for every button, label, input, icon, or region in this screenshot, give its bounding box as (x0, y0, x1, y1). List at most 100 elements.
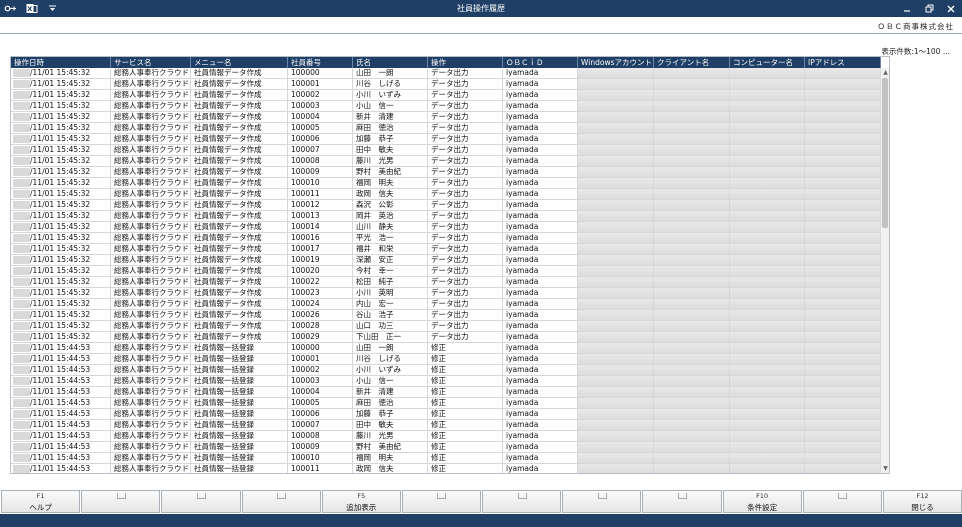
table-row[interactable]: /11/01 15:45:32 総務人事奉行クラウド 社員情報データ作成 100014… (11, 222, 881, 233)
table-row[interactable]: /11/01 15:45:32 総務人事奉行クラウド 社員情報データ作成 100010… (11, 178, 881, 189)
table-row[interactable]: /11/01 15:45:32 総務人事奉行クラウド 社員情報データ作成 100022… (11, 277, 881, 288)
table-row[interactable]: /11/01 15:45:32 総務人事奉行クラウド 社員情報データ作成 100026… (11, 310, 881, 321)
table-row[interactable]: /11/01 15:44:53 総務人事奉行クラウド 社員情報一括登録 100003 小… (11, 376, 881, 387)
column-header[interactable]: Windowsアカウント (578, 57, 654, 68)
table-row[interactable]: /11/01 15:45:32 総務人事奉行クラウド 社員情報データ作成 100019… (11, 255, 881, 266)
table-row[interactable]: /11/01 15:45:32 総務人事奉行クラウド 社員情報データ作成 100003… (11, 101, 881, 112)
table-cell: 社員情報一括登録 (191, 376, 288, 386)
table-cell: 100002 (288, 90, 353, 100)
fkey-code: F1 (36, 492, 45, 500)
redacted-cell (805, 431, 881, 441)
fkey-empty-button[interactable] (562, 490, 642, 513)
table-row[interactable]: /11/01 15:45:32 総務人事奉行クラウド 社員情報データ作成 100002… (11, 90, 881, 101)
table-row[interactable]: /11/01 15:45:32 総務人事奉行クラウド 社員情報データ作成 100028… (11, 321, 881, 332)
fkey-empty-button[interactable] (482, 490, 562, 513)
table-row[interactable]: /11/01 15:45:32 総務人事奉行クラウド 社員情報データ作成 100007… (11, 145, 881, 156)
table-cell: 内山 宏一 (353, 299, 428, 309)
table-cell: 山田 一朗 (353, 343, 428, 353)
close-icon[interactable] (940, 0, 962, 17)
restore-icon[interactable] (918, 0, 940, 17)
redacted-year (13, 333, 30, 341)
table-row[interactable]: /11/01 15:44:53 総務人事奉行クラウド 社員情報一括登録 100000 山… (11, 343, 881, 354)
vertical-scrollbar[interactable]: ▲ ▼ (880, 68, 889, 473)
scroll-thumb[interactable] (882, 78, 888, 228)
redacted-cell (578, 101, 654, 111)
column-header[interactable]: 操作日時 (11, 57, 111, 68)
table-cell: データ出力 (428, 189, 503, 199)
fkey-f10-button[interactable]: F10 条件設定 (722, 490, 802, 513)
fkey-empty-button[interactable] (241, 490, 321, 513)
column-header[interactable]: 操作 (428, 57, 503, 68)
redacted-cell (805, 211, 881, 221)
column-header[interactable]: サービス名 (111, 57, 191, 68)
redacted-cell (578, 354, 654, 364)
cell-datetime: /11/01 15:45:32 (11, 178, 111, 188)
column-header[interactable]: 氏名 (353, 57, 428, 68)
fkey-empty-button[interactable] (642, 490, 722, 513)
table-row[interactable]: /11/01 15:45:32 総務人事奉行クラウド 社員情報データ作成 100008… (11, 156, 881, 167)
table-row[interactable]: /11/01 15:45:32 総務人事奉行クラウド 社員情報データ作成 100011… (11, 189, 881, 200)
fkey-empty-button[interactable] (81, 490, 161, 513)
table-cell: iyamada (503, 112, 578, 122)
table-cell: 総務人事奉行クラウド (111, 299, 191, 309)
table-cell: 修正 (428, 464, 503, 473)
table-cell: iyamada (503, 255, 578, 265)
column-header[interactable]: メニュー名 (191, 57, 288, 68)
table-row[interactable]: /11/01 15:45:32 総務人事奉行クラウド 社員情報データ作成 100000… (11, 68, 881, 79)
table-row[interactable]: /11/01 15:44:53 総務人事奉行クラウド 社員情報一括登録 100006 加… (11, 409, 881, 420)
scroll-down-icon[interactable]: ▼ (881, 464, 889, 473)
table-row[interactable]: /11/01 15:44:53 総務人事奉行クラウド 社員情報一括登録 100004 新… (11, 387, 881, 398)
table-cell: 100000 (288, 68, 353, 78)
table-row[interactable]: /11/01 15:44:53 総務人事奉行クラウド 社員情報一括登録 100008 藤… (11, 431, 881, 442)
table-row[interactable]: /11/01 15:45:32 総務人事奉行クラウド 社員情報データ作成 100004… (11, 112, 881, 123)
fkey-empty-button[interactable] (802, 490, 882, 513)
table-row[interactable]: /11/01 15:45:32 総務人事奉行クラウド 社員情報データ作成 100012… (11, 200, 881, 211)
table-cell: 総務人事奉行クラウド (111, 255, 191, 265)
scroll-up-icon[interactable]: ▲ (881, 68, 889, 77)
table-row[interactable]: /11/01 15:44:53 総務人事奉行クラウド 社員情報一括登録 100002 小… (11, 365, 881, 376)
window-title: 社員操作履歴 (457, 4, 505, 13)
redacted-cell (654, 332, 730, 342)
table-row[interactable]: /11/01 15:45:32 総務人事奉行クラウド 社員情報データ作成 100016… (11, 233, 881, 244)
table-row[interactable]: /11/01 15:45:32 総務人事奉行クラウド 社員情報データ作成 100020… (11, 266, 881, 277)
fkey-f12-button[interactable]: F12 閉じる (882, 490, 962, 513)
datetime-text: /11/01 15:44:53 (30, 420, 91, 429)
minimize-icon[interactable] (896, 0, 918, 17)
cell-datetime: /11/01 15:44:53 (11, 343, 111, 353)
column-header[interactable]: IPアドレス (805, 57, 881, 68)
fkey-empty-button[interactable] (161, 490, 241, 513)
table-row[interactable]: /11/01 15:44:53 総務人事奉行クラウド 社員情報一括登録 100010 福… (11, 453, 881, 464)
redacted-year (13, 443, 30, 451)
table-cell: 社員情報データ作成 (191, 200, 288, 210)
table-cell: 総務人事奉行クラウド (111, 189, 191, 199)
redacted-cell (578, 200, 654, 210)
fkey-f1-button[interactable]: F1 ヘルプ (1, 490, 81, 513)
table-row[interactable]: /11/01 15:45:32 総務人事奉行クラウド 社員情報データ作成 100001… (11, 79, 881, 90)
table-cell: iyamada (503, 68, 578, 78)
table-row[interactable]: /11/01 15:45:32 総務人事奉行クラウド 社員情報データ作成 100029… (11, 332, 881, 343)
table-row[interactable]: /11/01 15:44:53 総務人事奉行クラウド 社員情報一括登録 100001 川… (11, 354, 881, 365)
table-cell: 社員情報データ作成 (191, 167, 288, 177)
table-row[interactable]: /11/01 15:45:32 総務人事奉行クラウド 社員情報データ作成 100024… (11, 299, 881, 310)
table-row[interactable]: /11/01 15:44:53 総務人事奉行クラウド 社員情報一括登録 100009 野… (11, 442, 881, 453)
table-row[interactable]: /11/01 15:45:32 総務人事奉行クラウド 社員情報データ作成 100009… (11, 167, 881, 178)
datetime-text: /11/01 15:44:53 (30, 442, 91, 451)
column-header[interactable]: クライアント名 (654, 57, 730, 68)
column-header[interactable]: ＯＢＣｉＤ (503, 57, 578, 68)
cell-datetime: /11/01 15:45:32 (11, 167, 111, 177)
table-cell: データ出力 (428, 277, 503, 287)
table-row[interactable]: /11/01 15:44:53 総務人事奉行クラウド 社員情報一括登録 100005 麻… (11, 398, 881, 409)
column-header[interactable]: 社員番号 (288, 57, 353, 68)
fkey-f5-button[interactable]: F5 追加表示 (321, 490, 401, 513)
table-row[interactable]: /11/01 15:45:32 総務人事奉行クラウド 社員情報データ作成 100013… (11, 211, 881, 222)
table-row[interactable]: /11/01 15:45:32 総務人事奉行クラウド 社員情報データ作成 100005… (11, 123, 881, 134)
column-header[interactable]: コンピューター名 (730, 57, 805, 68)
fkey-slot-icon (277, 493, 287, 499)
table-row[interactable]: /11/01 15:44:53 総務人事奉行クラウド 社員情報一括登録 100007 田… (11, 420, 881, 431)
table-row[interactable]: /11/01 15:45:32 総務人事奉行クラウド 社員情報データ作成 100023… (11, 288, 881, 299)
fkey-empty-button[interactable] (401, 490, 482, 513)
table-row[interactable]: /11/01 15:44:53 総務人事奉行クラウド 社員情報一括登録 100011 政… (11, 464, 881, 473)
table-row[interactable]: /11/01 15:45:32 総務人事奉行クラウド 社員情報データ作成 100006… (11, 134, 881, 145)
table-row[interactable]: /11/01 15:45:32 総務人事奉行クラウド 社員情報データ作成 100017… (11, 244, 881, 255)
history-grid[interactable]: 操作日時 サービス名 メニュー名 社員番号 氏名 操作 ＯＢＣｉＤ Windowsアカウントク… (10, 56, 890, 474)
